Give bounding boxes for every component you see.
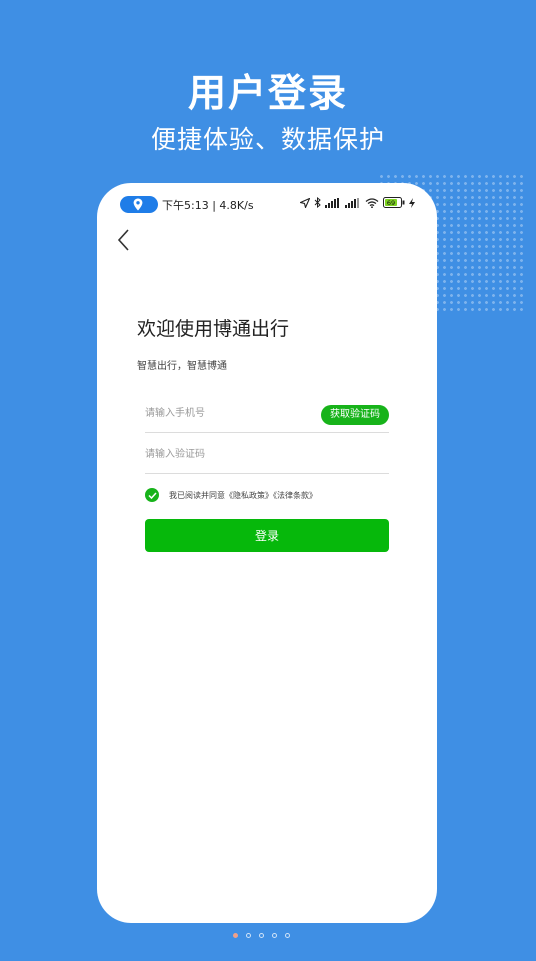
location-pill — [120, 196, 158, 213]
agreement-text[interactable]: 我已阅读并同意《隐私政策》《法律条款》 — [169, 490, 317, 501]
status-bar: 下午5:13 | 4.8K/s 69 — [97, 193, 437, 217]
chevron-left-icon — [117, 229, 129, 251]
verification-code-input[interactable] — [145, 439, 305, 469]
code-field — [145, 439, 389, 474]
page-dot[interactable] — [272, 933, 277, 938]
status-icons: 69 — [300, 197, 415, 208]
page-dot[interactable] — [285, 933, 290, 938]
location-pin-icon — [133, 198, 143, 211]
welcome-subtitle: 智慧出行，智慧博通 — [137, 361, 227, 372]
page-indicator — [233, 933, 290, 938]
wifi-icon — [365, 197, 379, 208]
promo-subtitle: 便捷体验、数据保护 — [150, 125, 385, 154]
phone-field: 获取验证码 — [145, 398, 389, 433]
agreement-checkbox[interactable] — [145, 488, 159, 502]
battery-icon: 69 — [383, 197, 405, 208]
navigation-arrow-icon — [300, 197, 310, 208]
phone-mockup: 下午5:13 | 4.8K/s 69 欢迎使用博通出行 智慧出行，智慧博通 请输… — [97, 183, 437, 923]
charging-icon — [409, 197, 415, 208]
page-dot[interactable] — [246, 933, 251, 938]
page-dot[interactable] — [233, 933, 238, 938]
get-code-button[interactable]: 获取验证码 — [321, 405, 389, 425]
signal-1-icon — [325, 197, 339, 208]
phone-input[interactable] — [145, 398, 305, 428]
checkmark-icon — [147, 491, 157, 499]
status-time-speed: 下午5:13 | 4.8K/s — [162, 199, 254, 212]
welcome-title: 欢迎使用博通出行 — [137, 318, 290, 340]
battery-level: 69 — [387, 199, 395, 207]
agreement-row: 我已阅读并同意《隐私政策》《法律条款》 — [145, 488, 317, 502]
signal-2-icon — [345, 197, 359, 208]
promo-title: 用户登录 — [187, 71, 348, 115]
bluetooth-icon — [314, 197, 321, 208]
login-button[interactable]: 登录 — [145, 519, 389, 552]
page-dot[interactable] — [259, 933, 264, 938]
back-button[interactable] — [115, 227, 135, 253]
